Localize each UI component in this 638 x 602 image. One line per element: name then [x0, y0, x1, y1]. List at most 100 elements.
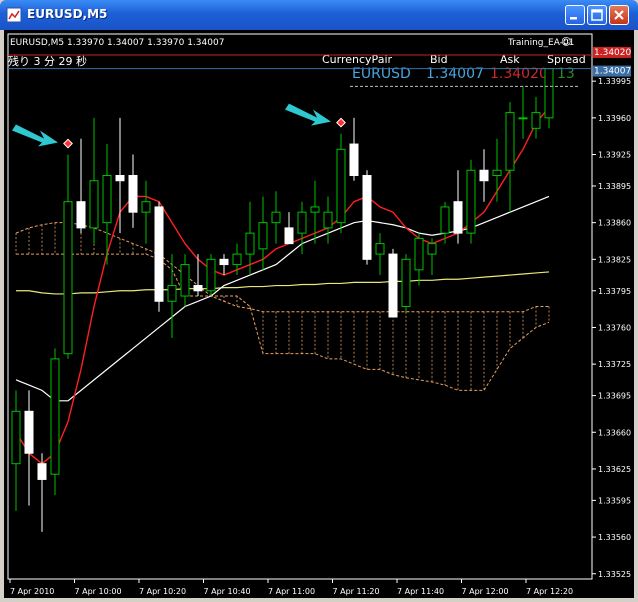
candle-body [323, 211, 333, 229]
y-tick-label: 1.33525 [598, 570, 631, 579]
candle-body [310, 206, 320, 213]
svg-text:1.34007: 1.34007 [594, 67, 631, 77]
candle-body [388, 253, 398, 318]
arrow-shape [12, 124, 58, 147]
y-tick-label: 1.33995 [598, 77, 631, 86]
candle-body [440, 206, 450, 234]
candle-body [336, 148, 346, 224]
candle-body [141, 201, 151, 213]
candle-body [167, 285, 177, 302]
candle-body [206, 258, 216, 292]
candle-body [297, 211, 307, 234]
y-tick-label: 1.33595 [598, 496, 631, 505]
time-axis[interactable]: 7 Apr 2010 7 Apr 10:00 7 Apr 10:20 7 Apr 10… [9, 579, 573, 596]
close-icon [614, 10, 624, 20]
entry-diamond [336, 117, 346, 128]
y-tick-label: 1.33925 [598, 151, 631, 160]
symbol-info: EURUSD,M5 1.33970 1.34007 1.33970 1.3400… [10, 38, 224, 48]
plot-frame [7, 33, 593, 580]
countdown-timer: 残り 3 分 29 秒 [8, 54, 87, 68]
x-tick-label: 7 Apr 12:20 [526, 587, 573, 596]
y-tick-label: 1.33895 [598, 182, 631, 191]
bid-price-marker: 1.34007 [593, 65, 631, 77]
y-tick-label: 1.33660 [598, 428, 631, 437]
candles [11, 68, 554, 532]
candle-body [427, 243, 437, 255]
x-tick-label: 7 Apr 10:20 [139, 587, 186, 596]
candle-body [271, 211, 281, 224]
y-tick-label: 1.33560 [598, 533, 631, 542]
title-bar[interactable]: EURUSD,M5 [0, 0, 638, 30]
candle-body [479, 169, 489, 182]
candle-body [531, 112, 541, 129]
moving-averages [15, 106, 550, 465]
signal-arrow-icon [12, 124, 73, 149]
arrow-shape [285, 103, 331, 126]
entry-diamond [63, 138, 73, 149]
y-tick-label: 1.33695 [598, 392, 631, 401]
candle-body [284, 227, 294, 245]
candle-body [102, 174, 112, 224]
window-title: EURUSD,M5 [27, 7, 108, 21]
ask-price-marker: 1.34020 [593, 46, 631, 58]
candle-body [544, 68, 554, 119]
candle-body [232, 253, 242, 266]
minimize-button[interactable] [565, 5, 585, 25]
candle-body [180, 264, 190, 297]
candle-body [414, 237, 424, 271]
candle-body [349, 143, 359, 176]
candle-body [401, 258, 411, 307]
candle-body [362, 174, 372, 260]
candle-body [375, 243, 385, 255]
candle-body [258, 222, 268, 250]
candle-body [50, 358, 60, 475]
x-tick-label: 7 Apr 11:00 [268, 587, 315, 596]
svg-text:1.34020: 1.34020 [594, 48, 631, 58]
long-ma-line [16, 271, 550, 295]
candle-body [76, 201, 86, 229]
x-tick-label: 7 Apr 2010 [10, 587, 54, 596]
candle-body [11, 410, 21, 465]
minimize-icon [570, 17, 577, 20]
chart-area[interactable]: EURUSD,M5 1.33970 1.34007 1.33970 1.3400… [4, 30, 634, 598]
y-tick-label: 1.33960 [598, 114, 631, 123]
cloud-lower-line [16, 253, 550, 391]
candle-body [89, 180, 99, 229]
y-tick-label: 1.33760 [598, 323, 631, 332]
candle-body [63, 201, 73, 355]
y-tick-label: 1.33625 [598, 465, 631, 474]
candle-body [193, 285, 203, 292]
maximize-button[interactable] [587, 5, 607, 25]
candle-body [115, 174, 125, 182]
candle-body [219, 258, 229, 266]
x-tick-label: 7 Apr 11:20 [333, 587, 380, 596]
x-tick-label: 7 Apr 10:00 [75, 587, 122, 596]
candle-body [492, 169, 502, 176]
candle-body [505, 112, 515, 171]
x-tick-label: 7 Apr 10:40 [204, 587, 251, 596]
chart-app-icon [6, 7, 22, 23]
candle-body [453, 201, 463, 234]
candle-body [518, 117, 528, 120]
x-tick-label: 7 Apr 12:00 [462, 587, 509, 596]
candle-body [37, 463, 47, 480]
maximize-icon [591, 9, 603, 21]
y-tick-label: 1.33795 [598, 287, 631, 296]
signal-markers [12, 103, 346, 149]
signal-arrow-icon [285, 103, 346, 128]
candle-body [128, 174, 138, 213]
price-axis[interactable]: 1.33995 1.33960 1.33925 1.33895 1.33860 1.338… [592, 77, 631, 579]
candle-body [154, 206, 164, 302]
x-tick-label: 7 Apr 11:40 [397, 587, 444, 596]
y-tick-label: 1.33860 [598, 219, 631, 228]
candle-body [24, 410, 34, 454]
ea-status-icon: ☺ [561, 37, 571, 48]
y-tick-label: 1.33825 [598, 255, 631, 264]
ichimoku-cloud [15, 222, 550, 391]
chart-window: EURUSD,M5 EURUSD,M5 1.33970 1.34007 1.33… [0, 0, 638, 600]
candle-body [466, 169, 476, 234]
candle-body [245, 232, 255, 255]
price-chart[interactable]: EURUSD,M5 1.33970 1.34007 1.33970 1.3400… [4, 30, 634, 598]
close-button[interactable] [609, 5, 629, 25]
y-tick-label: 1.33725 [598, 360, 631, 369]
